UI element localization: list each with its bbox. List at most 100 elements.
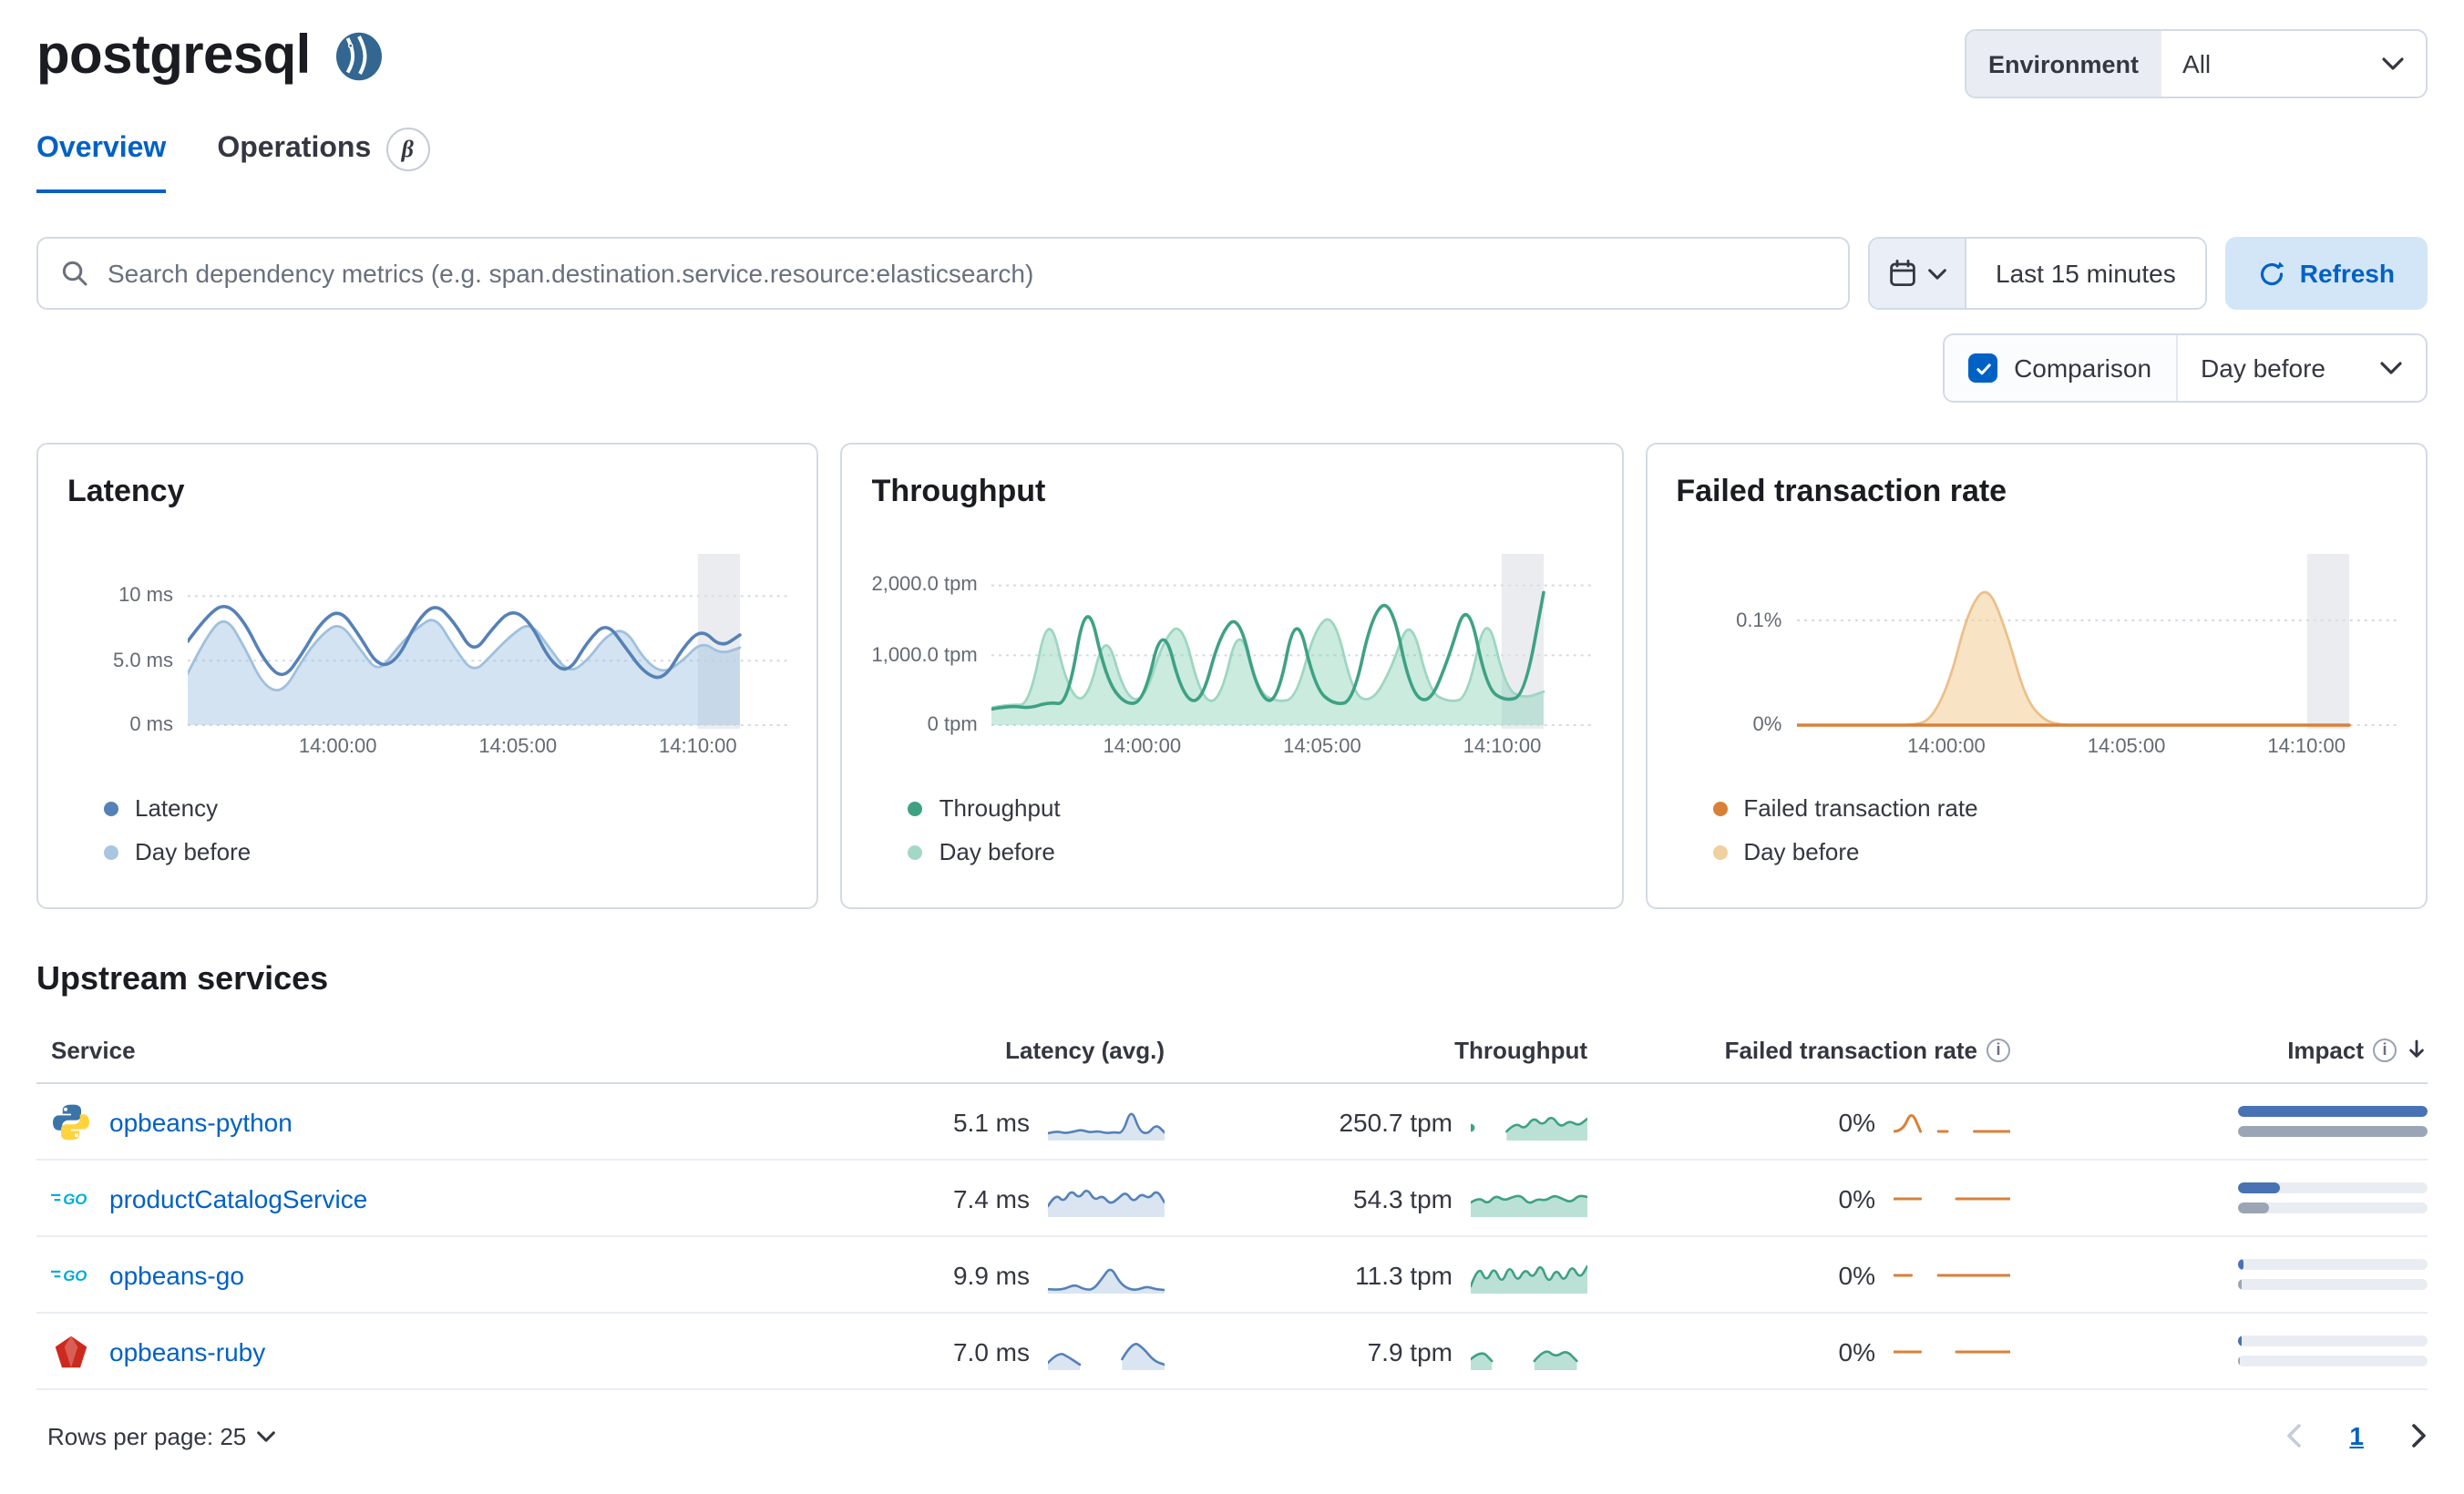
service-link[interactable]: opbeans-python xyxy=(109,1107,293,1136)
table-row: GO opbeans-go 9.9 ms 11.3 tpm 0% xyxy=(36,1237,2428,1314)
chart-legend: Latency Day before xyxy=(67,794,788,865)
beta-badge: β xyxy=(385,128,430,171)
date-picker: Last 15 minutes xyxy=(1868,237,2207,310)
chart-legend: Failed transaction rate Day before xyxy=(1676,794,2397,865)
calendar-icon xyxy=(1890,260,1915,287)
legend-dot xyxy=(908,844,923,859)
chevron-down-icon xyxy=(2380,362,2402,374)
failed-rate-value: 0% xyxy=(1838,1336,1875,1366)
failed-rate-sparkline xyxy=(1894,1196,2010,1200)
x-axis: 14:00:00 14:05:00 14:10:00 xyxy=(992,736,1593,765)
impact-previous-bar xyxy=(2238,1356,2241,1366)
dependency-overview-page: postgresql Environment All Overview Oper… xyxy=(0,0,2464,1494)
legend-item[interactable]: Day before xyxy=(908,838,1593,865)
throughput-sparkline xyxy=(1471,1349,1578,1369)
date-quick-select-button[interactable] xyxy=(1870,239,1967,308)
failed-rate-sparkline xyxy=(1894,1113,2010,1132)
page-title: postgresql xyxy=(36,26,311,86)
x-axis-label: 14:05:00 xyxy=(1283,736,1361,758)
service-link[interactable]: productCatalogService xyxy=(109,1183,367,1213)
service-link[interactable]: opbeans-ruby xyxy=(109,1336,265,1366)
tab-operations[interactable]: Operations β xyxy=(217,128,430,193)
refresh-button[interactable]: Refresh xyxy=(2224,237,2428,310)
go-icon: GO xyxy=(51,1178,91,1218)
legend-dot xyxy=(104,844,118,859)
table-row: opbeans-python 5.1 ms 250.7 tpm 0% xyxy=(36,1084,2428,1161)
page-number-button[interactable]: 1 xyxy=(2338,1419,2375,1452)
tab-overview[interactable]: Overview xyxy=(36,128,167,193)
latency-value: 7.4 ms xyxy=(952,1183,1030,1213)
sort-descending-icon xyxy=(2409,1039,2424,1058)
chevron-down-icon xyxy=(1928,268,1946,279)
service-link[interactable]: opbeans-go xyxy=(109,1260,244,1289)
impact-bars xyxy=(2238,1182,2428,1213)
previous-page-button[interactable] xyxy=(2285,1423,2302,1448)
go-icon: GO xyxy=(51,1254,91,1294)
impact-previous-bar xyxy=(2238,1202,2269,1213)
environment-value: All xyxy=(2182,49,2212,78)
search-input[interactable] xyxy=(104,257,1849,290)
legend-item[interactable]: Failed transaction rate xyxy=(1712,794,2397,822)
legend-label: Day before xyxy=(1743,838,1860,865)
refresh-label: Refresh xyxy=(2299,259,2395,288)
y-axis-label: 5.0 ms xyxy=(112,650,173,672)
info-icon[interactable] xyxy=(1987,1038,2010,1061)
time-range-button[interactable]: Last 15 minutes xyxy=(1966,239,2205,308)
chart-title: Latency xyxy=(67,474,185,508)
comparison-checkbox[interactable] xyxy=(1968,353,1998,383)
chart-title: Failed transaction rate xyxy=(1676,474,2007,508)
tab-operations-label: Operations xyxy=(217,133,372,164)
latency-sparkline xyxy=(1048,1342,1165,1369)
refresh-icon xyxy=(2260,261,2284,285)
legend-label: Latency xyxy=(135,794,219,822)
search-row: Last 15 minutes Refresh xyxy=(36,237,2428,310)
x-axis-label: 14:00:00 xyxy=(1103,736,1182,758)
legend-item[interactable]: Throughput xyxy=(908,794,1593,822)
pagination: 1 xyxy=(2285,1419,2428,1452)
chart-legend: Throughput Day before xyxy=(872,794,1593,865)
screenshot-stage: postgresql Environment All Overview Oper… xyxy=(0,0,2464,1494)
comparison-select[interactable]: Day before xyxy=(2177,335,2426,401)
impact-previous-bar xyxy=(2238,1279,2243,1290)
rows-per-page-button[interactable]: Rows per page: 25 xyxy=(36,1420,286,1451)
column-header-latency[interactable]: Latency (avg.) xyxy=(782,1036,1165,1063)
latency-value: 9.9 ms xyxy=(952,1260,1030,1289)
comparison-row: Comparison Day before xyxy=(36,333,2428,403)
legend-item[interactable]: Latency xyxy=(104,794,788,822)
legend-item[interactable]: Day before xyxy=(104,838,788,865)
impact-bars xyxy=(2238,1259,2428,1290)
x-axis-label: 14:10:00 xyxy=(659,736,737,758)
table-header-row: Service Latency (avg.) Throughput Failed… xyxy=(36,1017,2428,1084)
search-input-wrap xyxy=(36,237,1851,310)
svg-text:GO: GO xyxy=(63,1190,87,1207)
environment-label: Environment xyxy=(1966,31,2161,97)
y-axis: 2,000.0 tpm 1,000.0 tpm 0 tpm xyxy=(871,554,992,736)
column-header-impact[interactable]: Impact xyxy=(2010,1036,2428,1063)
comparison-toggle[interactable]: Comparison xyxy=(1945,335,2178,401)
chevron-left-icon xyxy=(2287,1424,2302,1448)
failed-rate-sparkline xyxy=(1894,1273,2010,1276)
latency-chart xyxy=(188,554,788,729)
info-icon[interactable] xyxy=(2373,1038,2397,1061)
upstream-services-table: Service Latency (avg.) Throughput Failed… xyxy=(36,1017,2428,1390)
next-page-button[interactable] xyxy=(2411,1423,2428,1448)
chevron-down-icon xyxy=(257,1430,276,1441)
failed-rate-value: 0% xyxy=(1838,1107,1875,1136)
impact-current-bar xyxy=(2238,1106,2428,1117)
legend-item[interactable]: Day before xyxy=(1712,838,2397,865)
x-axis-label: 14:05:00 xyxy=(478,736,558,758)
check-icon xyxy=(1976,363,1990,374)
latency-sparkline xyxy=(1048,1188,1165,1216)
failed-rate-sparkline xyxy=(1894,1349,2010,1353)
throughput-value: 11.3 tpm xyxy=(1355,1260,1453,1289)
y-axis-label: 10 ms xyxy=(118,585,173,608)
legend-label: Day before xyxy=(939,838,1055,865)
y-axis-label: 0 ms xyxy=(129,714,173,736)
throughput-sparkline xyxy=(1471,1193,1587,1216)
legend-dot xyxy=(908,801,923,815)
environment-select[interactable]: Environment All xyxy=(1965,29,2428,98)
column-header-throughput[interactable]: Throughput xyxy=(1165,1036,1587,1063)
column-header-failed-rate[interactable]: Failed transaction rate xyxy=(1587,1036,2010,1063)
chart-title: Throughput xyxy=(871,474,1046,508)
latency-sparkline xyxy=(1048,1111,1165,1140)
